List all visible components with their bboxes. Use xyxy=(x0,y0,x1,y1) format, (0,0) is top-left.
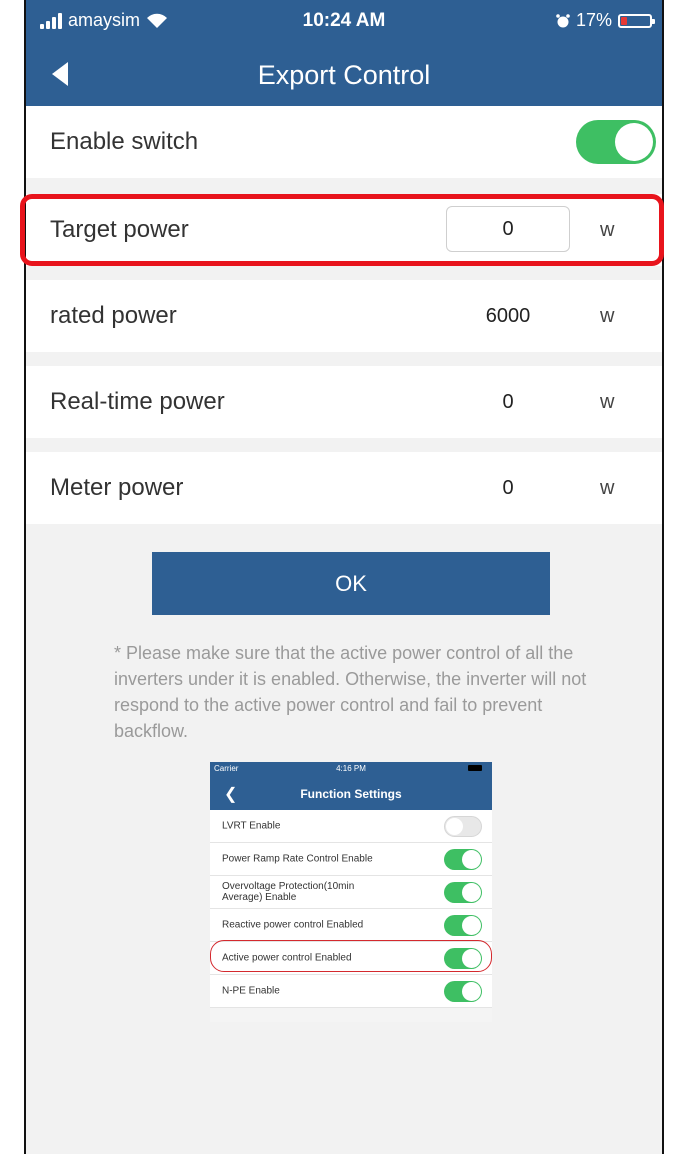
inset-row-label: Overvoltage Protection(10min Average) En… xyxy=(222,881,355,903)
inset-row-label: N-PE Enable xyxy=(222,985,280,997)
realtime-power-unit: w xyxy=(600,390,615,413)
inset-toggle-knob xyxy=(446,818,463,835)
enable-switch-row: Enable switch xyxy=(26,106,662,178)
inset-toggle-knob xyxy=(462,883,481,902)
alarm-icon xyxy=(556,13,570,27)
inset-back-chevron-icon: ❮ xyxy=(224,786,238,803)
status-bar: amaysim 10:24 AM 17% xyxy=(26,0,662,44)
inset-row-label: LVRT Enable xyxy=(222,820,281,832)
realtime-power-row: Real-time power 0 w xyxy=(26,366,662,438)
inset-battery-icon xyxy=(468,765,482,771)
inset-toggle-on xyxy=(444,915,482,936)
target-power-input[interactable] xyxy=(446,206,570,252)
rated-power-unit: w xyxy=(600,304,615,327)
rated-power-value: 6000 xyxy=(485,304,531,327)
inset-row-ramp: Power Ramp Rate Control Enable xyxy=(210,843,492,876)
ok-button[interactable]: OK xyxy=(152,552,550,615)
back-arrow-icon[interactable] xyxy=(52,62,68,86)
inset-toggle-knob xyxy=(462,850,481,869)
meter-power-row: Meter power 0 w xyxy=(26,452,662,524)
nav-bar: Export Control xyxy=(26,44,662,106)
target-power-row: Target power w xyxy=(26,194,662,266)
inset-toggle-on xyxy=(444,849,482,870)
toggle-knob xyxy=(615,123,653,161)
page-title: Export Control xyxy=(257,59,431,90)
meter-power-label: Meter power xyxy=(50,474,184,501)
battery-percent: 17% xyxy=(575,10,612,30)
realtime-power-value: 0 xyxy=(502,390,514,413)
inset-toggle-on xyxy=(444,882,482,903)
inset-highlight-outline xyxy=(210,940,492,972)
inset-header: Carrier 4:16 PM ❮ Function Settings xyxy=(210,762,492,810)
inset-title: Function Settings xyxy=(300,787,402,801)
inset-toggle-knob xyxy=(462,916,481,935)
target-power-unit: w xyxy=(600,218,615,241)
battery-icon xyxy=(618,13,655,28)
backflow-note: * Please make sure that the active power… xyxy=(114,643,587,741)
inset-toggle-off xyxy=(444,816,482,837)
inset-row-overvoltage: Overvoltage Protection(10min Average) En… xyxy=(210,876,492,909)
realtime-power-label: Real-time power xyxy=(50,388,225,415)
inset-row-lvrt: LVRT Enable xyxy=(210,810,492,843)
status-right: 17% xyxy=(556,10,655,31)
inset-toggle-knob xyxy=(462,982,481,1001)
app-header: amaysim 10:24 AM 17% Export Control xyxy=(26,0,662,106)
phone-screen: amaysim 10:24 AM 17% Export Control Enab… xyxy=(24,0,664,1154)
inset-nav: ❮ Function Settings xyxy=(210,778,492,810)
inset-status-bar: Carrier 4:16 PM xyxy=(214,764,488,773)
meter-power-unit: w xyxy=(600,476,615,499)
meter-power-value: 0 xyxy=(502,476,514,499)
enable-switch-toggle[interactable] xyxy=(576,120,656,164)
inset-row-npe: N-PE Enable xyxy=(210,975,492,1008)
inset-row-label: Power Ramp Rate Control Enable xyxy=(222,853,373,865)
enable-switch-label: Enable switch xyxy=(50,128,199,155)
rated-power-label: rated power xyxy=(50,302,177,329)
inset-row-label: Reactive power control Enabled xyxy=(222,919,364,931)
inset-time: 4:16 PM xyxy=(336,764,366,773)
inset-row-reactive: Reactive power control Enabled xyxy=(210,909,492,942)
target-power-label: Target power xyxy=(50,216,189,243)
function-settings-screenshot: Carrier 4:16 PM ❮ Function Settings LVRT… xyxy=(210,762,492,1022)
rated-power-row: rated power 6000 w xyxy=(26,280,662,352)
inset-toggle-on xyxy=(444,981,482,1002)
